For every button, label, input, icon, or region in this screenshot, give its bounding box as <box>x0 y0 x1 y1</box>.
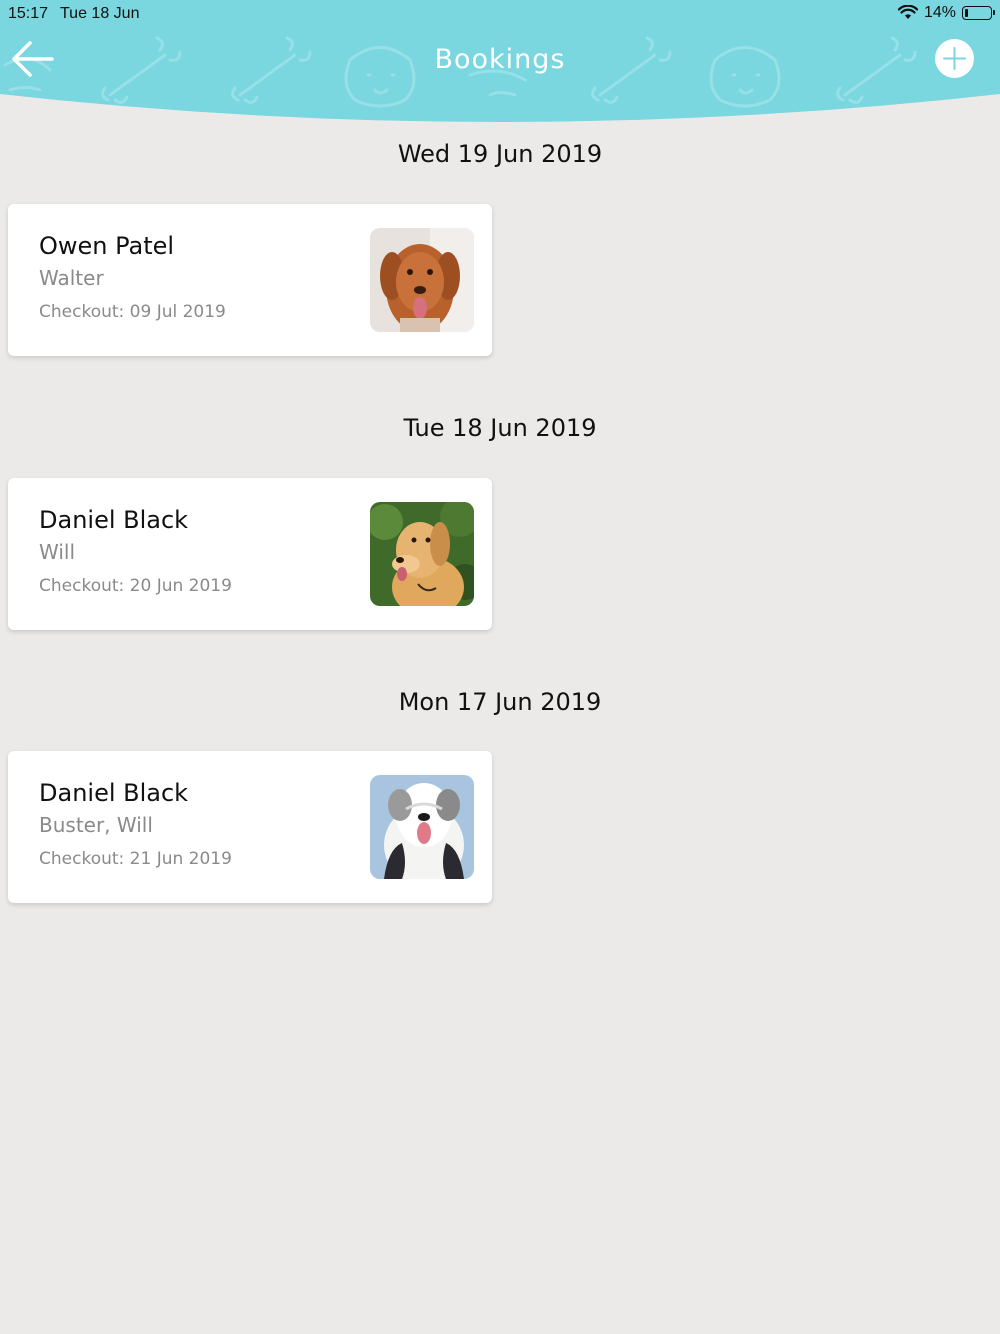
owner-name: Daniel Black <box>39 779 189 807</box>
checkout-date: Checkout: 20 Jun 2019 <box>39 576 232 596</box>
battery-icon <box>962 6 995 20</box>
date-heading: Tue 18 Jun 2019 <box>403 414 597 442</box>
status-time: 15:17 <box>8 5 49 22</box>
add-booking-button[interactable] <box>935 39 974 78</box>
booking-card[interactable]: Daniel Black Will Checkout: 20 Jun 2019 <box>8 478 492 630</box>
status-indicators: 14% <box>897 4 995 22</box>
booking-card[interactable]: Owen Patel Walter Checkout: 09 Jul 2019 <box>8 204 492 356</box>
dog-photo <box>370 502 474 606</box>
wifi-icon <box>897 5 918 19</box>
battery-level <box>965 9 969 17</box>
pet-names: Walter <box>39 266 104 290</box>
checkout-date: Checkout: 09 Jul 2019 <box>39 302 226 322</box>
date-heading: Wed 19 Jun 2019 <box>397 140 603 168</box>
dog-photo <box>370 775 474 879</box>
plus-icon <box>943 47 966 70</box>
status-bar: 15:17 Tue 18 Jun 14% <box>0 0 1000 28</box>
owner-name: Owen Patel <box>39 232 175 260</box>
owner-name: Daniel Black <box>39 506 189 534</box>
dog-photo <box>370 228 474 332</box>
status-date: Tue 18 Jun <box>60 5 140 22</box>
battery-percent: 14% <box>923 4 956 21</box>
pet-names: Will <box>39 540 76 564</box>
booking-card[interactable]: Daniel Black Buster, Will Checkout: 21 J… <box>8 751 492 903</box>
date-heading: Mon 17 Jun 2019 <box>398 688 602 716</box>
pet-names: Buster, Will <box>39 813 153 837</box>
header: 15:17 Tue 18 Jun 14% Bookings <box>0 0 1000 130</box>
page-title: Bookings <box>434 44 566 75</box>
checkout-date: Checkout: 21 Jun 2019 <box>39 849 232 869</box>
